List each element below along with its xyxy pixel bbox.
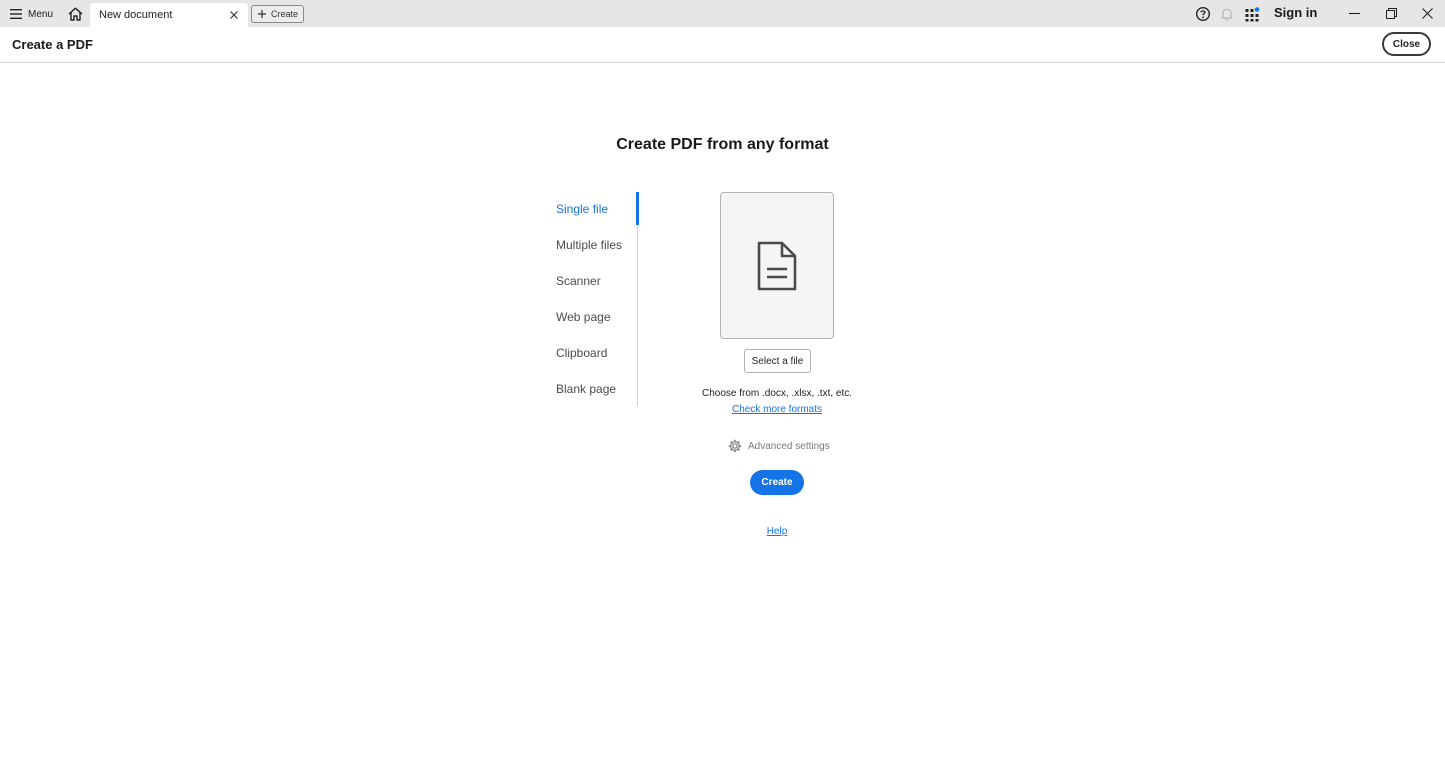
source-type-nav: Single file Multiple files Scanner Web p… <box>548 192 639 406</box>
new-tab-create-button[interactable]: Create <box>251 5 304 23</box>
create-button[interactable]: Create <box>750 470 804 495</box>
home-icon <box>68 7 82 21</box>
check-more-formats-link[interactable]: Check more formats <box>732 404 822 415</box>
home-button[interactable] <box>66 5 84 23</box>
minimize-button[interactable] <box>1339 2 1369 24</box>
minimize-icon <box>1348 12 1360 14</box>
main-heading: Create PDF from any format <box>616 136 829 153</box>
close-button[interactable]: Close <box>1382 32 1431 56</box>
tool-header: Create a PDF Close <box>0 27 1445 63</box>
file-drop-area[interactable] <box>720 192 834 339</box>
plus-icon <box>258 10 266 18</box>
active-nav-indicator <box>636 192 639 225</box>
select-file-button[interactable]: Select a file <box>744 349 811 373</box>
window-close-button[interactable] <box>1412 2 1442 24</box>
restore-icon <box>1385 7 1397 19</box>
gear-icon <box>728 439 742 453</box>
nav-item-clipboard[interactable]: Clipboard <box>556 346 607 360</box>
close-icon <box>230 11 238 19</box>
tab-title: New document <box>99 9 173 21</box>
restore-button[interactable] <box>1376 2 1406 24</box>
question-circle-icon[interactable] <box>1195 6 1211 22</box>
advanced-settings-label: Advanced settings <box>748 440 830 452</box>
sign-in-button[interactable]: Sign in <box>1274 5 1317 20</box>
nav-item-scanner[interactable]: Scanner <box>556 274 601 288</box>
tab-close-button[interactable] <box>226 7 242 23</box>
page-title: Create a PDF <box>12 37 93 52</box>
document-icon <box>757 241 797 290</box>
document-tab[interactable]: New document <box>90 3 248 27</box>
menu-label: Menu <box>28 8 54 20</box>
help-link[interactable]: Help <box>767 526 788 537</box>
bell-icon[interactable] <box>1219 6 1235 22</box>
nav-item-multiple-files[interactable]: Multiple files <box>556 238 622 252</box>
advanced-settings-button[interactable]: Advanced settings <box>728 438 830 454</box>
nav-item-web-page[interactable]: Web page <box>556 310 611 324</box>
title-bar: Menu New document Create Sign in <box>0 0 1445 27</box>
hamburger-icon <box>10 9 22 19</box>
supported-formats-text: Choose from .docx, .xlsx, .txt, etc. <box>701 388 853 399</box>
close-icon <box>1421 7 1433 19</box>
new-tab-label: Create <box>271 9 299 19</box>
apps-grid-icon[interactable] <box>1244 6 1260 22</box>
menu-button[interactable]: Menu <box>10 5 53 23</box>
nav-item-single-file[interactable]: Single file <box>556 202 608 216</box>
